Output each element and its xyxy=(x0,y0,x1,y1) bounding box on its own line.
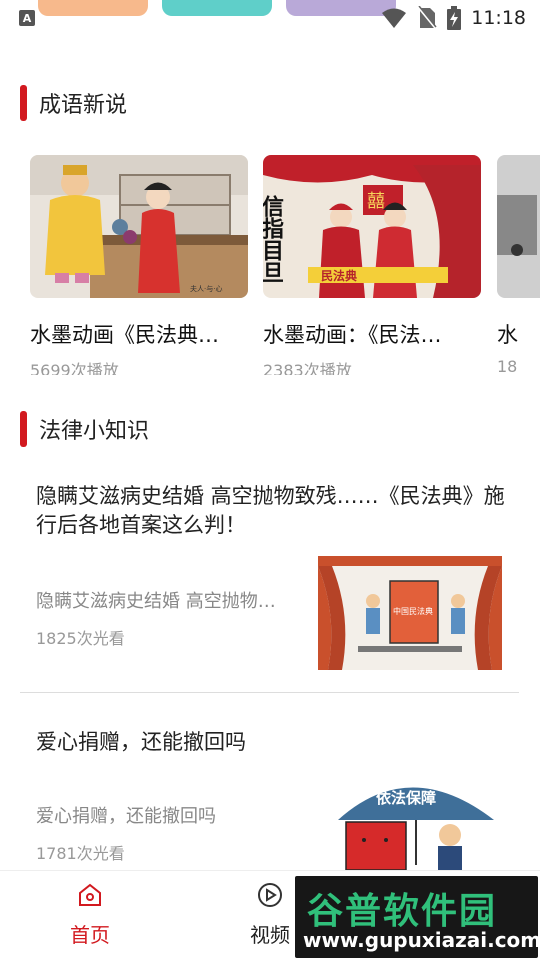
video-thumbnail[interactable] xyxy=(497,155,540,298)
no-sim-icon xyxy=(417,6,438,30)
video-thumbnail[interactable]: 囍 信指目旦 民法典 xyxy=(263,155,481,298)
play-circle-icon xyxy=(258,883,282,907)
video-play-count: 18 xyxy=(497,357,518,375)
thumb-book-title: 中国民法典 xyxy=(393,606,433,616)
section-header-idioms: 成语新说 xyxy=(20,84,127,122)
watermark-url: www.gupuxiazai.com xyxy=(303,928,540,952)
article-subtitle: 隐瞒艾滋病史结婚 高空抛物… xyxy=(36,591,276,612)
article-item[interactable]: 爱心捐赠，还能撤回吗 xyxy=(36,728,506,757)
video-title[interactable]: 水墨动画：《民法… xyxy=(263,319,481,349)
section-accent-bar xyxy=(20,85,27,121)
video-title[interactable]: 水墨动画《民法典… xyxy=(30,319,248,349)
ink-animation-scene-image: 夫人·与·心 xyxy=(30,155,248,298)
article-headline[interactable]: 隐瞒艾滋病史结婚 高空抛物致残……《民法典》施行后各地首案这么判！ xyxy=(36,482,506,540)
status-bar: A 11:18 xyxy=(0,0,540,36)
article-subtitle: 爱心捐赠，还能撤回吗 xyxy=(36,806,216,827)
section-header-law: 法律小知识 xyxy=(20,410,149,448)
battery-charging-icon xyxy=(447,6,462,30)
video-play-count: 5699次播放 xyxy=(30,361,119,375)
thumb-caption: 夫人·与·心 xyxy=(190,284,222,293)
article-meta: 爱心捐赠，还能撤回吗 1781次光看 xyxy=(36,802,311,864)
article-headline[interactable]: 爱心捐赠，还能撤回吗 xyxy=(36,728,506,757)
legal-protection-umbrella-image: 依法保障 xyxy=(318,770,502,870)
video-carousel[interactable]: 夫人·与·心 水墨动画《民法典… 5699次播放 囍 信指目旦 民法典 水墨动画… xyxy=(30,155,540,375)
section-title: 法律小知识 xyxy=(39,419,150,444)
article-thumbnail[interactable]: 中国民法典 xyxy=(318,556,502,670)
home-icon xyxy=(79,883,101,906)
nav-home[interactable]: 首页 xyxy=(50,881,130,948)
svg-text:囍: 囍 xyxy=(367,191,385,212)
divider xyxy=(20,692,519,693)
article-meta: 隐瞒艾滋病史结婚 高空抛物… 1825次光看 xyxy=(36,587,311,649)
article-item[interactable]: 隐瞒艾滋病史结婚 高空抛物致残……《民法典》施行后各地首案这么判！ xyxy=(36,482,506,540)
section-title: 成语新说 xyxy=(39,93,128,118)
site-watermark: 谷普软件园 www.gupuxiazai.com xyxy=(295,876,540,958)
article-view-count: 1781次光看 xyxy=(36,844,125,863)
video-play-count: 2383次播放 xyxy=(263,361,352,375)
thumb-umbrella-text: 依法保障 xyxy=(376,789,436,807)
video-title[interactable]: 水 xyxy=(497,319,540,349)
video-card[interactable]: 夫人·与·心 水墨动画《民法典… 5699次播放 xyxy=(30,155,248,375)
status-time: 11:18 xyxy=(471,7,526,29)
video-card[interactable]: 囍 信指目旦 民法典 水墨动画：《民法… 2383次播放 xyxy=(263,155,481,375)
civil-code-wedding-scene-image: 囍 信指目旦 民法典 xyxy=(263,155,481,298)
watermark-title: 谷普软件园 xyxy=(307,891,498,932)
article-thumbnail[interactable]: 依法保障 xyxy=(318,770,502,870)
video-card[interactable]: 水 18 xyxy=(497,155,540,375)
thumb-big-text: 信指目旦 xyxy=(263,194,284,283)
video-thumbnail[interactable]: 夫人·与·心 xyxy=(30,155,248,298)
wifi-icon xyxy=(382,8,407,28)
thumb-banner-text: 民法典 xyxy=(321,268,357,283)
ink-painting-image xyxy=(497,155,540,298)
notification-app-icon: A xyxy=(19,10,35,26)
section-accent-bar xyxy=(20,411,27,447)
civil-code-stage-image: 中国民法典 xyxy=(318,556,502,670)
nav-home-label: 首页 xyxy=(70,923,110,947)
article-view-count: 1825次光看 xyxy=(36,629,125,648)
